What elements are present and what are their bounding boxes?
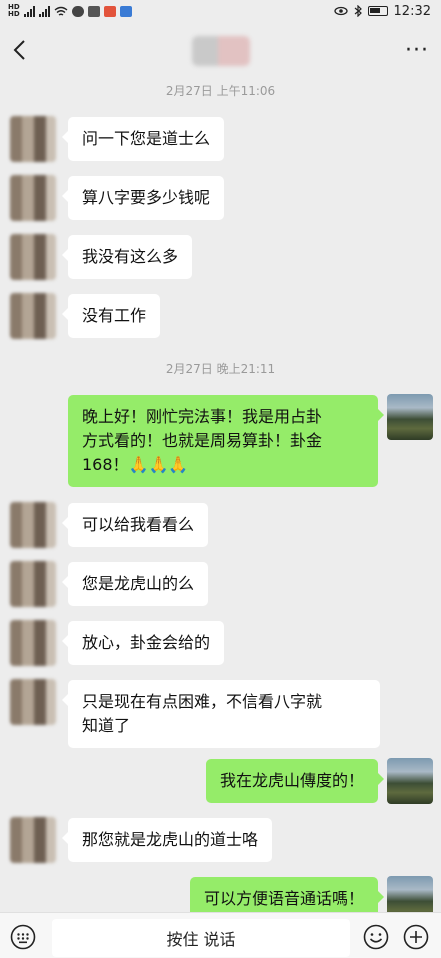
incoming-message: 您是龙虎山的么 [61, 562, 209, 606]
red-app-notify-icon [103, 5, 116, 17]
signal-icon [23, 5, 35, 17]
wechat-notify-icon [71, 5, 84, 17]
contact-avatar[interactable] [10, 116, 56, 162]
keyboard-voice-icon[interactable] [10, 924, 36, 950]
contact-avatar[interactable] [10, 293, 56, 339]
incoming-message: 只是现在有点困难，不信看八字就 知道了 [62, 680, 380, 748]
contact-avatar[interactable] [10, 620, 56, 666]
blue-app-notify-icon [119, 5, 132, 17]
contact-avatar[interactable] [10, 817, 56, 863]
chat-header: ··· [0, 22, 441, 78]
my-avatar[interactable] [387, 394, 433, 440]
status-time: 12:32 [393, 3, 431, 19]
bluetooth-icon [354, 5, 362, 17]
wifi-icon [54, 6, 68, 16]
eye-icon [333, 6, 348, 16]
app-notify-icon [87, 5, 100, 17]
more-options-icon[interactable]: ··· [405, 38, 429, 63]
status-bar-right: 12:32 [333, 3, 431, 19]
incoming-message: 可以给我看看么 [61, 503, 209, 547]
incoming-message: 没有工作 [61, 294, 161, 338]
hd-icon: HD HD [8, 3, 20, 18]
incoming-message: 算八字要多少钱呢 [61, 176, 225, 220]
contact-name-blurred [192, 36, 250, 66]
contact-avatar[interactable] [10, 679, 56, 725]
plus-icon[interactable] [403, 924, 429, 950]
outgoing-message: 我在龙虎山傳度的！ [205, 759, 385, 803]
back-arrow-icon[interactable] [12, 39, 26, 61]
incoming-message: 放心，卦金会给的 [61, 621, 225, 665]
hold-to-talk-button[interactable]: 按住 说话 [52, 919, 350, 957]
contact-avatar[interactable] [10, 234, 56, 280]
contact-avatar[interactable] [10, 502, 56, 548]
contact-avatar[interactable] [10, 175, 56, 221]
timestamp: 2月27日 上午11:06 [165, 84, 276, 98]
outgoing-message: 晚上好！刚忙完法事！我是用占卦 方式看的！也就是周易算卦！卦金 168！🙏🙏🙏 [68, 395, 384, 487]
my-avatar[interactable] [387, 758, 433, 804]
incoming-message: 那您就是龙虎山的道士咯 [61, 818, 273, 862]
emoji-icon[interactable] [363, 924, 389, 950]
chat-input-bar: 按住 说话 [0, 912, 441, 958]
status-bar: HD HD 12:32 [0, 0, 441, 22]
battery-icon [367, 6, 388, 16]
timestamp: 2月27日 晚上21:11 [165, 362, 276, 376]
contact-avatar[interactable] [10, 561, 56, 607]
status-bar-left: HD HD [8, 4, 132, 18]
signal-icon-2 [38, 5, 50, 17]
incoming-message: 问一下您是道士么 [61, 117, 225, 161]
incoming-message: 我没有这么多 [61, 235, 193, 279]
